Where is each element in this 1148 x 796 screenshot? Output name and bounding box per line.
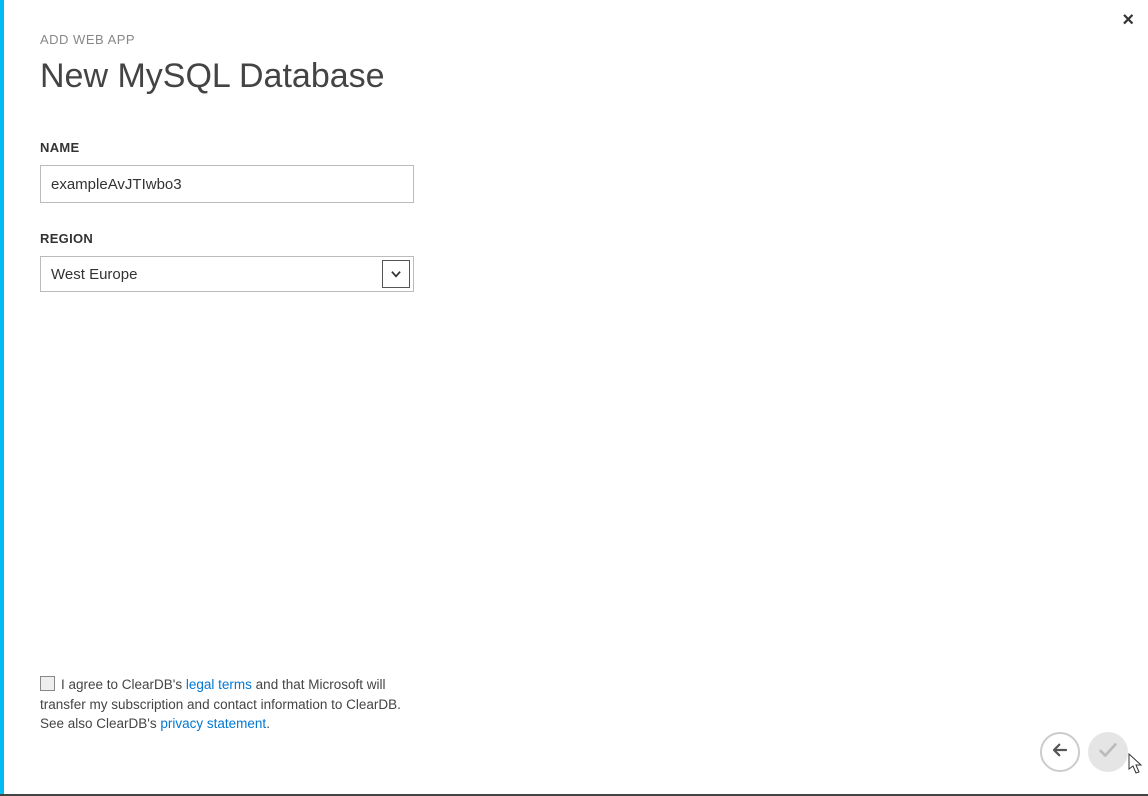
name-field-group: NAME <box>40 140 1108 203</box>
privacy-statement-link[interactable]: privacy statement <box>160 716 266 731</box>
consent-text-suffix: . <box>266 716 270 731</box>
confirm-button[interactable] <box>1088 732 1128 772</box>
name-label: NAME <box>40 140 1108 155</box>
legal-terms-link[interactable]: legal terms <box>186 677 252 692</box>
wizard-nav-buttons <box>1040 732 1128 772</box>
breadcrumb: ADD WEB APP <box>40 32 1108 47</box>
consent-text-prefix: I agree to ClearDB's <box>61 677 186 692</box>
consent-checkbox[interactable] <box>40 676 55 691</box>
close-icon[interactable]: × <box>1122 10 1134 30</box>
consent-block: I agree to ClearDB's legal terms and tha… <box>40 675 420 734</box>
region-field-group: REGION West Europe <box>40 231 1108 292</box>
cursor-icon <box>1128 753 1144 780</box>
region-select[interactable]: West Europe <box>40 256 414 292</box>
checkmark-icon <box>1097 739 1119 766</box>
chevron-down-icon <box>382 260 410 288</box>
dialog-content: ADD WEB APP New MySQL Database NAME REGI… <box>0 0 1148 292</box>
region-select-value: West Europe <box>41 266 382 283</box>
arrow-left-icon <box>1051 741 1069 764</box>
region-label: REGION <box>40 231 1108 246</box>
accent-bar <box>0 0 4 794</box>
page-title: New MySQL Database <box>40 57 1108 96</box>
back-button[interactable] <box>1040 732 1080 772</box>
name-input[interactable] <box>40 165 414 203</box>
